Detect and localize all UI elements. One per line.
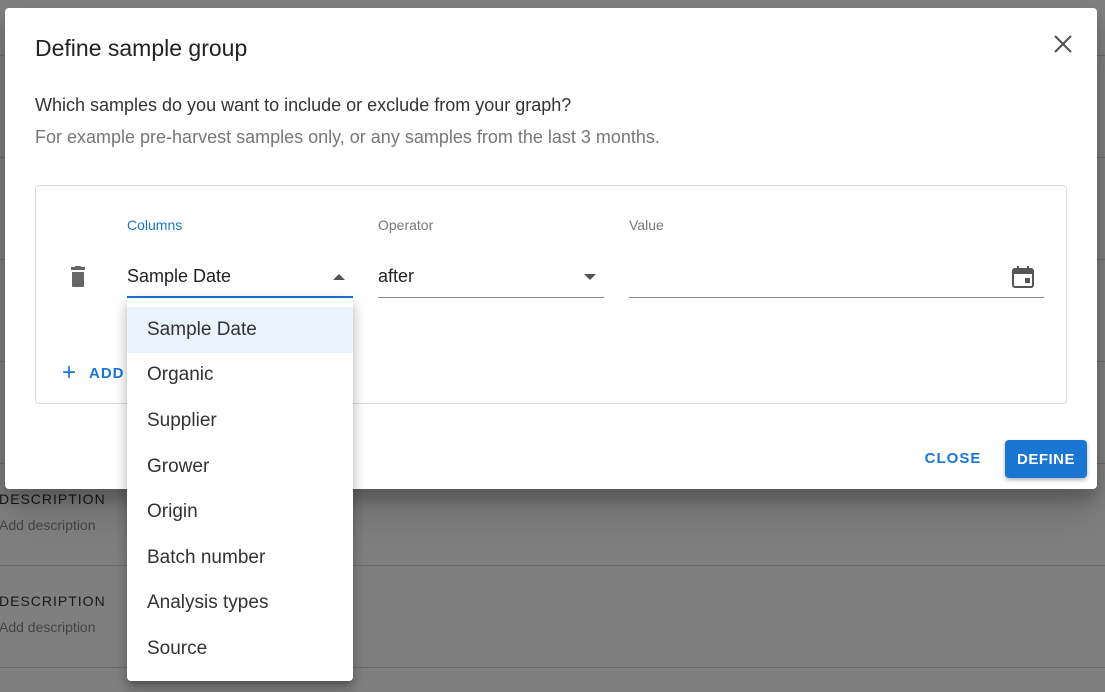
menu-item-origin[interactable]: Origin [127,489,353,535]
columns-select[interactable]: Sample Date [127,258,353,298]
menu-item-sample-date[interactable]: Sample Date [127,307,353,353]
columns-select-value: Sample Date [127,266,232,286]
operator-select-value: after [378,266,415,286]
value-label: Value [629,217,664,233]
menu-item-batch-number[interactable]: Batch number [127,535,353,581]
columns-dropdown-menu: Sample Date Organic Supplier Grower Orig… [127,299,353,681]
close-button[interactable]: CLOSE [916,440,990,476]
plus-icon: + [62,359,78,386]
close-icon[interactable] [1051,32,1075,56]
columns-label: Columns [127,217,183,233]
operator-label: Operator [378,217,434,233]
calendar-icon[interactable] [1010,264,1036,290]
delete-rule-icon[interactable] [68,266,88,288]
menu-item-organic[interactable]: Organic [127,353,353,399]
menu-item-grower[interactable]: Grower [127,444,353,490]
dialog-description: Which samples do you want to include or … [35,95,572,115]
dialog-title: Define sample group [35,35,248,61]
define-button[interactable]: DEFINE [1005,440,1087,478]
dialog-hint: For example pre-harvest samples only, or… [35,127,660,147]
menu-item-source[interactable]: Source [127,626,353,672]
menu-item-analysis-types[interactable]: Analysis types [127,581,353,627]
add-rule-button[interactable]: + ADD [62,361,125,385]
menu-item-supplier[interactable]: Supplier [127,398,353,444]
operator-select[interactable]: after [378,258,604,298]
add-rule-label: ADD [89,364,125,382]
chevron-up-icon [333,274,345,280]
value-date-input[interactable] [629,258,1044,298]
chevron-down-icon [584,274,596,280]
